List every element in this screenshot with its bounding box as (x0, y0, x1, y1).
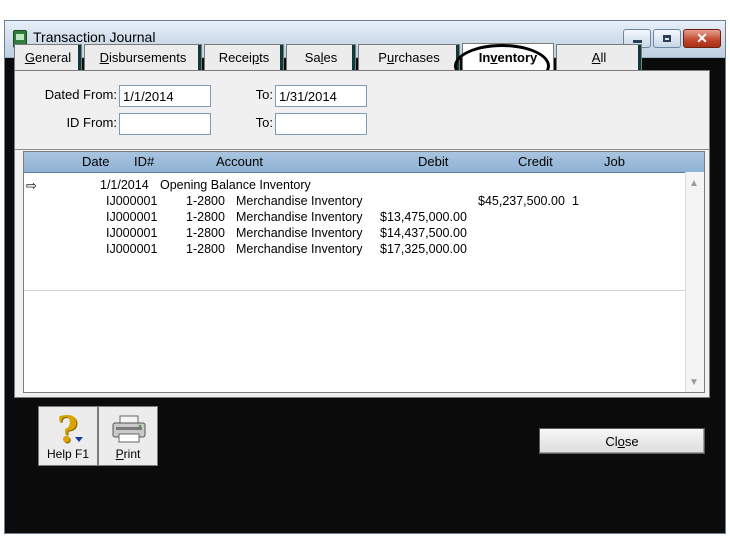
maximize-icon (663, 35, 671, 42)
row-debit: $13,475,000.00 (380, 210, 467, 224)
maximize-button[interactable] (653, 29, 681, 48)
table-row[interactable]: ⇨ 1/1/2014 Opening Balance Inventory (24, 178, 686, 194)
vertical-scrollbar[interactable]: ▲ ▼ (685, 172, 704, 392)
window-title: Transaction Journal (33, 29, 156, 45)
table-row[interactable]: IJ000001 1-2800 Merchandise Inventory $1… (24, 210, 686, 226)
id-to-input[interactable] (275, 113, 367, 135)
dated-from-input[interactable] (119, 85, 211, 107)
table-row[interactable]: IJ000001 1-2800 Merchandise Inventory $1… (24, 242, 686, 258)
scroll-down-arrow-icon[interactable]: ▼ (689, 377, 699, 388)
row-account-number: 1-2800 (186, 226, 225, 240)
tab-all[interactable]: All (556, 44, 642, 70)
help-dropdown-icon (75, 437, 83, 442)
tab-inventory[interactable]: In v entory (462, 43, 554, 71)
print-label: Print (115, 447, 141, 461)
help-button[interactable]: ? Help F1 (38, 406, 98, 466)
row-divider (24, 290, 686, 291)
scroll-up-arrow-icon[interactable]: ▲ (689, 178, 699, 189)
close-button[interactable]: Cl o se (539, 428, 705, 454)
row-account: Merchandise Inventory (236, 194, 363, 208)
tab-receipts[interactable]: Recei p ts (204, 44, 284, 70)
row-account-number: 1-2800 (186, 242, 225, 256)
tab-sales[interactable]: Sa l es (286, 44, 356, 70)
row-date: 1/1/2014 (100, 178, 149, 192)
selected-row-arrow-icon: ⇨ (26, 178, 37, 193)
row-id: IJ000001 (106, 242, 158, 256)
filter-area: Dated From: To: ID From: To: (15, 71, 709, 150)
row-id: IJ000001 (106, 194, 158, 208)
id-from-label: ID From: (66, 115, 117, 130)
column-account[interactable]: Account (216, 154, 263, 169)
inventory-panel: Dated From: To: ID From: To: Date ID# Ac… (14, 70, 710, 398)
row-account-number: 1-2800 (186, 210, 225, 224)
column-id[interactable]: ID# (134, 154, 154, 169)
dated-to-label: To: (255, 87, 273, 102)
row-account: Merchandise Inventory (236, 242, 363, 256)
row-account-number: 1-2800 (186, 194, 225, 208)
table-row[interactable]: IJ000001 1-2800 Merchandise Inventory $1… (24, 226, 686, 242)
help-label: Help F1 (46, 447, 90, 461)
column-date[interactable]: Date (82, 154, 109, 169)
dated-to-input[interactable] (275, 85, 367, 107)
printer-icon (112, 415, 146, 443)
close-icon: ✕ (696, 30, 708, 46)
row-job: 1 (572, 194, 579, 208)
id-from-input[interactable] (119, 113, 211, 135)
row-account: Opening Balance Inventory (160, 178, 311, 192)
tab-purchases[interactable]: Pu rchases (358, 44, 460, 70)
tab-disbursements[interactable]: Disbursements (84, 44, 202, 70)
row-id: IJ000001 (106, 226, 158, 240)
row-credit: $45,237,500.00 (478, 194, 565, 208)
row-account: Merchandise Inventory (236, 210, 363, 224)
row-id: IJ000001 (106, 210, 158, 224)
dated-from-label: Dated From: (44, 87, 117, 102)
minimize-icon (632, 40, 642, 43)
row-debit: $14,437,500.00 (380, 226, 467, 240)
column-job[interactable]: Job (604, 154, 625, 169)
print-button[interactable]: Print (98, 406, 158, 466)
table-row[interactable]: IJ000001 1-2800 Merchandise Inventory $4… (24, 194, 686, 210)
close-window-button[interactable]: ✕ (683, 29, 721, 48)
tab-general[interactable]: General (14, 44, 82, 70)
column-debit[interactable]: Debit (418, 154, 448, 169)
grid-header: Date ID# Account Debit Credit Job (24, 152, 704, 173)
id-to-label: To: (255, 115, 273, 130)
grid-body: ⇨ 1/1/2014 Opening Balance Inventory IJ0… (24, 172, 686, 392)
help-question-icon: ? (57, 409, 79, 451)
row-debit: $17,325,000.00 (380, 242, 467, 256)
row-account: Merchandise Inventory (236, 226, 363, 240)
column-credit[interactable]: Credit (518, 154, 553, 169)
journal-grid: Date ID# Account Debit Credit Job ⇨ 1/1/… (23, 151, 705, 393)
